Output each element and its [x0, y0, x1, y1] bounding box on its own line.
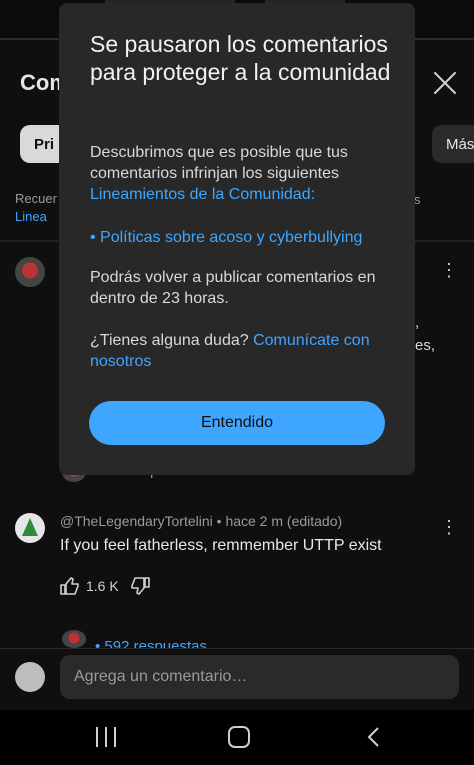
filter-chip-more[interactable]: Más [432, 125, 474, 163]
dialog-intro: Descubrimos que es posible que tus comen… [90, 142, 400, 205]
comment-input[interactable]: Agrega un comentario… [60, 655, 459, 699]
repost-notice: Podrás volver a publicar comentarios en … [90, 269, 376, 307]
user-avatar [15, 662, 45, 692]
understood-button[interactable]: Entendido [89, 401, 385, 445]
dialog-title: Se pausaron los comentarios para protege… [90, 31, 391, 85]
comment-meta: @TheLegendaryTortelini • hace 2 m (edita… [60, 513, 342, 529]
help-question: ¿Tienes alguna duda? [90, 332, 249, 349]
recents-icon[interactable] [96, 727, 118, 747]
avatar[interactable] [15, 257, 45, 287]
comment-text-fragment: es, [415, 337, 436, 354]
more-vert-icon[interactable] [440, 517, 458, 538]
guidelines-colon: : [310, 186, 316, 203]
policy-link[interactable]: • Políticas sobre acoso y cyberbullying [90, 227, 400, 248]
comments-paused-dialog: Se pausaron los comentarios para protege… [59, 3, 415, 475]
avatar[interactable] [15, 513, 45, 543]
community-guidelines-link[interactable]: Lineamientos de la Comunidad [90, 186, 311, 203]
help-text: ¿Tienes alguna duda? Comunícate con noso… [90, 330, 400, 372]
more-vert-icon[interactable] [440, 260, 458, 281]
meta-separator: • [216, 513, 222, 529]
comment-text-fragment: , [415, 314, 420, 331]
avatar [62, 630, 86, 648]
reminder-text: Recuer [15, 191, 57, 206]
like-count: 1.6 K [86, 578, 119, 594]
comment-time: hace 2 m (editado) [225, 513, 343, 529]
divider [0, 648, 474, 649]
guidelines-link[interactable]: Linea [15, 208, 57, 226]
comment-text: If you feel fatherless, remmember UTTP e… [60, 537, 382, 554]
thumb-up-icon[interactable] [60, 577, 80, 595]
home-icon[interactable] [228, 726, 250, 748]
comment-author[interactable]: @TheLegendaryTortelini [60, 513, 213, 529]
back-icon[interactable] [366, 726, 382, 748]
replies-link[interactable]: • 592 respuestas [95, 638, 207, 648]
close-icon[interactable] [428, 66, 462, 100]
dialog-intro-text: Descubrimos que es posible que tus comen… [90, 144, 348, 182]
thumb-down-icon[interactable] [130, 577, 150, 595]
community-reminder: Recuer Linea [15, 190, 57, 226]
